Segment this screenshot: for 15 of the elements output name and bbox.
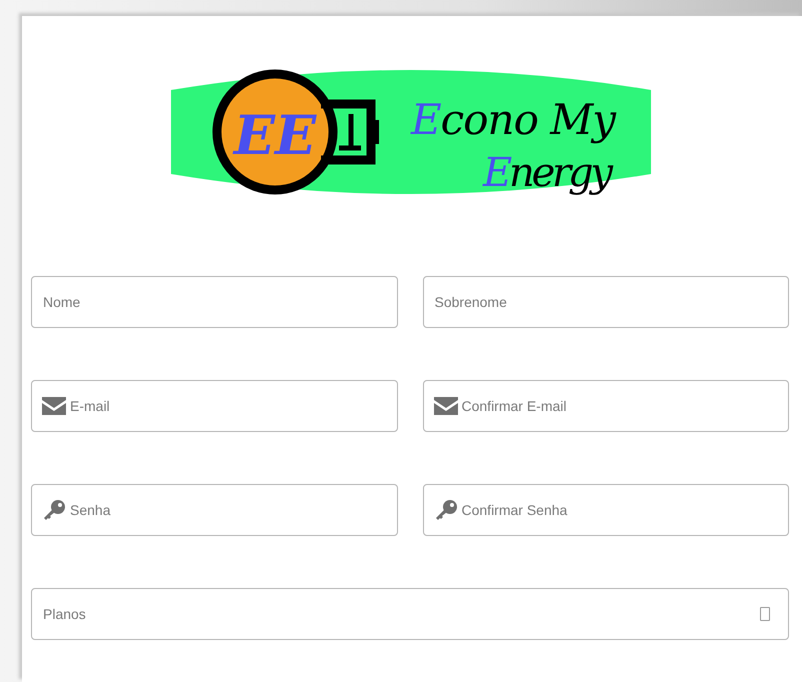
key-icon: [434, 499, 458, 521]
plan-select[interactable]: Planos: [31, 588, 789, 640]
envelope-icon: [434, 397, 458, 415]
password-field[interactable]: Confirmar Senha: [422, 484, 789, 536]
text-field[interactable]: Sobrenome: [422, 276, 789, 328]
email-field[interactable]: E-mail: [31, 380, 398, 432]
logo-line: Econo My: [410, 95, 616, 144]
password-field[interactable]: Senha: [31, 484, 398, 536]
text-field[interactable]: Nome: [31, 276, 398, 328]
email-field[interactable]: Confirmar E-mail: [422, 380, 789, 432]
logo-line: Energy: [482, 150, 612, 196]
key-icon: [42, 499, 66, 521]
logo-monogram: EE: [233, 103, 316, 167]
square-icon: [760, 607, 770, 621]
envelope-icon: [42, 397, 66, 415]
